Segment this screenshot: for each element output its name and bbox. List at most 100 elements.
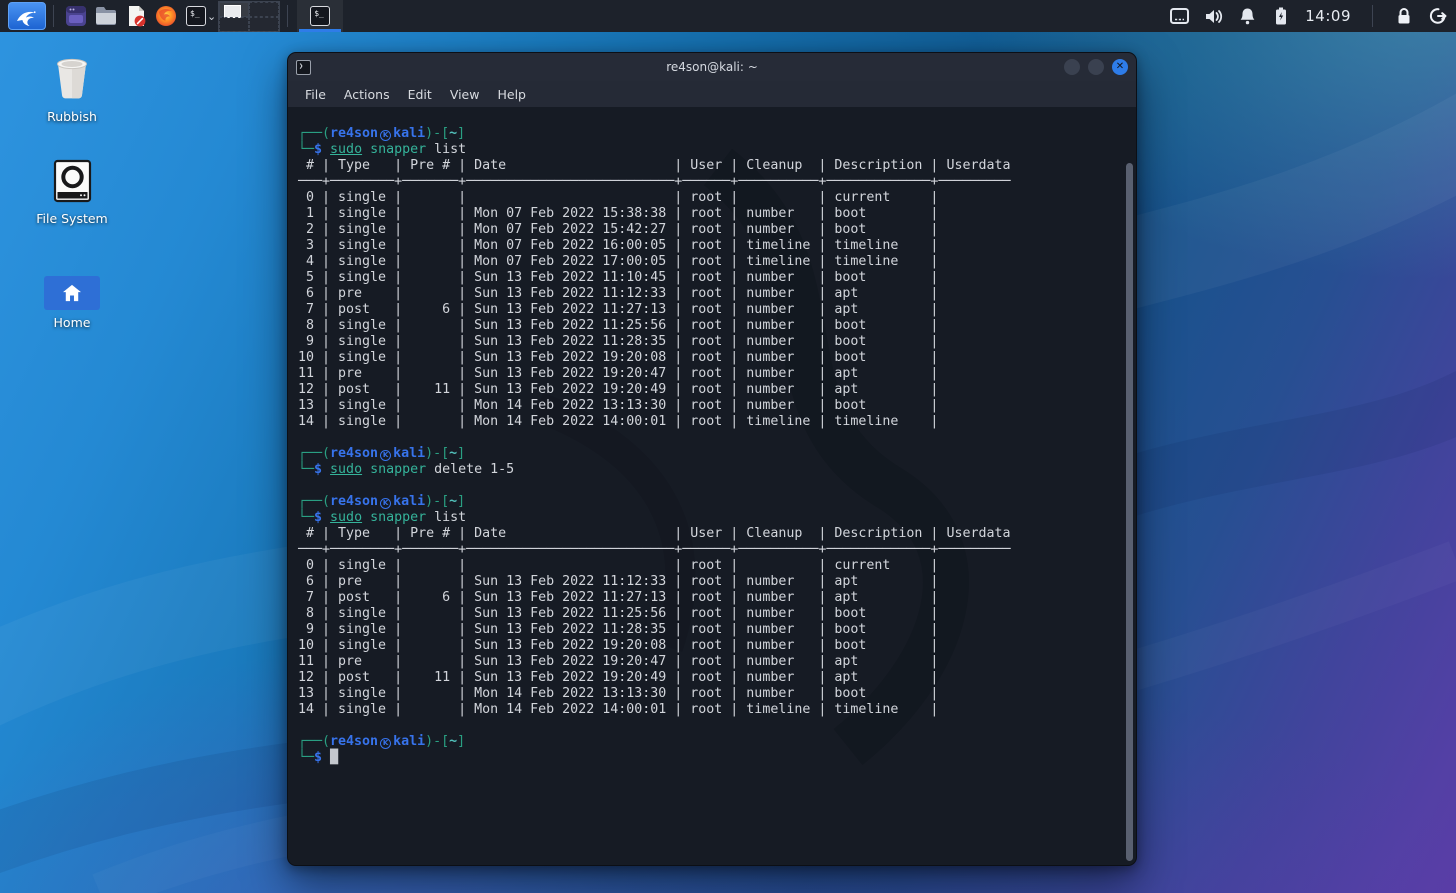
snapshot-table-separator: ───+────────+───────+───────────────────…: [298, 174, 1122, 190]
snapshot-table-row: 6 | pre | | Sun 13 Feb 2022 11:12:33 | r…: [298, 574, 1122, 590]
firefox-icon: [154, 4, 178, 28]
window-menubar: FileActionsEditViewHelp: [288, 81, 1136, 108]
lock-screen-icon[interactable]: [1394, 6, 1414, 26]
snapshot-table-row: 12 | post | 11 | Sun 13 Feb 2022 19:20:4…: [298, 670, 1122, 686]
kali-at-symbol-icon: K: [380, 738, 391, 749]
kali-at-symbol-icon: K: [380, 498, 391, 509]
prompt-header-line: ┌──(re4sonKkali)-[~]: [298, 494, 1122, 510]
kali-at-symbol-icon: K: [380, 130, 391, 141]
snapshot-table-row: 13 | single | | Mon 14 Feb 2022 13:13:30…: [298, 686, 1122, 702]
desktop-icon-label: File System: [36, 211, 108, 226]
close-button[interactable]: ✕: [1112, 59, 1128, 75]
drive-icon: [47, 156, 97, 206]
terminal-blank-line: [298, 718, 1122, 734]
prompt-command-line: └─$ sudo snapper list: [298, 510, 1122, 526]
logout-icon[interactable]: [1428, 6, 1448, 26]
snapshot-table-row: 7 | post | 6 | Sun 13 Feb 2022 11:27:13 …: [298, 302, 1122, 318]
minimize-button[interactable]: [1064, 59, 1080, 75]
workspace-3[interactable]: [219, 17, 249, 32]
snapshot-table-row: 7 | post | 6 | Sun 13 Feb 2022 11:27:13 …: [298, 590, 1122, 606]
desktop-icon-rubbish[interactable]: Rubbish: [20, 54, 124, 124]
desktop: $_ ⌄ $_: [0, 0, 1456, 893]
snapshot-table-row: 10 | single | | Sun 13 Feb 2022 19:20:08…: [298, 638, 1122, 654]
launcher-file-manager[interactable]: [91, 2, 121, 30]
workspace-pager: [218, 1, 280, 32]
menu-item-help[interactable]: Help: [488, 84, 535, 105]
home-icon: [44, 276, 100, 310]
panel-separator: [1372, 5, 1373, 27]
prompt-header-line: ┌──(re4sonKkali)-[~]: [298, 734, 1122, 750]
snapshot-table-row: 13 | single | | Mon 14 Feb 2022 13:13:30…: [298, 398, 1122, 414]
snapshot-table-row: 1 | single | | Mon 07 Feb 2022 15:38:38 …: [298, 206, 1122, 222]
desktop-icon-label: Rubbish: [47, 109, 97, 124]
panel-left-group: $_ ⌄ $_: [8, 0, 343, 32]
scrollbar-thumb[interactable]: [1126, 163, 1133, 861]
snapshot-table-row: 0 | single | | | root | | current |: [298, 190, 1122, 206]
snapshot-table-row: 3 | single | | Mon 07 Feb 2022 16:00:05 …: [298, 238, 1122, 254]
top-panel: $_ ⌄ $_: [0, 0, 1456, 32]
snapshot-table-separator: ───+────────+───────+───────────────────…: [298, 542, 1122, 558]
snapshot-table-row: 14 | single | | Mon 14 Feb 2022 14:00:01…: [298, 702, 1122, 718]
desktop-icon-label: Home: [54, 315, 91, 330]
snapshot-table-row: 5 | single | | Sun 13 Feb 2022 11:10:45 …: [298, 270, 1122, 286]
workspace-2[interactable]: [249, 2, 279, 17]
menu-item-view[interactable]: View: [441, 84, 489, 105]
maximize-button[interactable]: [1088, 59, 1104, 75]
terminal-task-icon: $_: [310, 6, 330, 26]
snapshot-table-row: 2 | single | | Mon 07 Feb 2022 15:42:27 …: [298, 222, 1122, 238]
panel-separator: [53, 5, 54, 27]
snapshot-table-header: # | Type | Pre # | Date | User | Cleanup…: [298, 158, 1122, 174]
menu-item-file[interactable]: File: [296, 84, 335, 105]
panel-clock[interactable]: 14:09: [1305, 7, 1351, 25]
launcher-firefox[interactable]: [151, 2, 181, 30]
kali-menu-icon: [15, 5, 39, 27]
window-titlebar[interactable]: ❯ re4son@kali: ~ ✕: [288, 53, 1136, 81]
snapshot-table-row: 8 | single | | Sun 13 Feb 2022 11:25:56 …: [298, 318, 1122, 334]
snapshot-table-row: 11 | pre | | Sun 13 Feb 2022 19:20:47 | …: [298, 366, 1122, 382]
snapshot-table-row: 0 | single | | | root | | current |: [298, 558, 1122, 574]
terminal-viewport[interactable]: ┌──(re4sonKkali)-[~]└─$ sudo snapper lis…: [288, 107, 1136, 865]
active-task-indicator: [299, 29, 341, 32]
kali-menu-button[interactable]: [8, 2, 46, 30]
terminal-scrollbar: [1126, 163, 1134, 861]
battery-charging-icon[interactable]: [1271, 6, 1291, 26]
desktop-icon-file-system[interactable]: File System: [20, 156, 124, 226]
snapshot-table-header: # | Type | Pre # | Date | User | Cleanup…: [298, 526, 1122, 542]
display-icon[interactable]: [1169, 6, 1189, 26]
prompt-header-line: ┌──(re4sonKkali)-[~]: [298, 126, 1122, 142]
terminal-blank-line: [298, 478, 1122, 494]
panel-right-group: 14:09: [1169, 0, 1448, 32]
workspace-4[interactable]: [249, 17, 279, 32]
window-terminal-icon: ❯: [296, 60, 311, 75]
menu-item-actions[interactable]: Actions: [335, 84, 399, 105]
taskbar-button-terminal[interactable]: $_: [297, 0, 343, 32]
terminal-dropdown-chevron-icon[interactable]: ⌄: [207, 10, 216, 23]
prompt-command-line: └─$ sudo snapper delete 1-5: [298, 462, 1122, 478]
prompt-command-line: └─$ █: [298, 750, 1122, 766]
kali-at-symbol-icon: K: [380, 450, 391, 461]
snapshot-table-row: 6 | pre | | Sun 13 Feb 2022 11:12:33 | r…: [298, 286, 1122, 302]
launcher-app-window[interactable]: [61, 2, 91, 30]
terminal-icon: $_: [186, 6, 206, 26]
snapshot-table-row: 4 | single | | Mon 07 Feb 2022 17:00:05 …: [298, 254, 1122, 270]
snapshot-table-row: 12 | post | 11 | Sun 13 Feb 2022 19:20:4…: [298, 382, 1122, 398]
snapshot-table-row: 9 | single | | Sun 13 Feb 2022 11:28:35 …: [298, 334, 1122, 350]
snapshot-table-row: 9 | single | | Sun 13 Feb 2022 11:28:35 …: [298, 622, 1122, 638]
menu-item-edit[interactable]: Edit: [399, 84, 441, 105]
snapshot-table-row: 10 | single | | Sun 13 Feb 2022 19:20:08…: [298, 350, 1122, 366]
notifications-bell-icon[interactable]: [1237, 6, 1257, 26]
window-buttons: ✕: [1064, 59, 1128, 75]
terminal-window: ❯ re4son@kali: ~ ✕ FileActionsEditViewHe…: [287, 52, 1137, 866]
snapshot-table-row: 8 | single | | Sun 13 Feb 2022 11:25:56 …: [298, 606, 1122, 622]
terminal-output: ┌──(re4sonKkali)-[~]└─$ sudo snapper lis…: [288, 107, 1136, 774]
desktop-icon-home[interactable]: Home: [20, 276, 124, 330]
trash-icon: [48, 54, 96, 104]
prompt-header-line: ┌──(re4sonKkali)-[~]: [298, 446, 1122, 462]
window-title: re4son@kali: ~: [288, 60, 1136, 74]
file-manager-icon: [94, 4, 118, 28]
workspace-1[interactable]: [219, 2, 249, 17]
text-editor-icon: [124, 4, 148, 28]
panel-separator: [287, 5, 288, 27]
launcher-text-editor[interactable]: [121, 2, 151, 30]
volume-icon[interactable]: [1203, 6, 1223, 26]
